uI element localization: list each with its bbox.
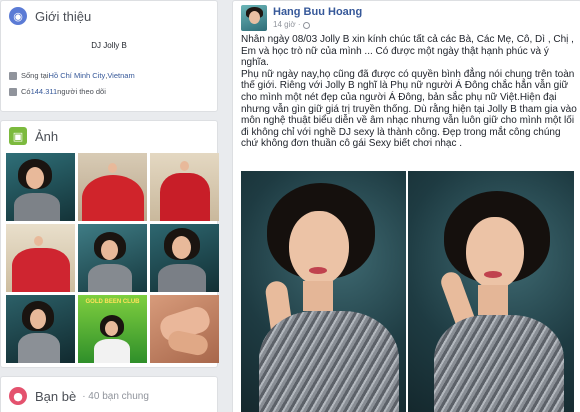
globe-icon [303,21,311,29]
friends-header[interactable]: ● Bạn bè · 40 bạn chung [1,377,217,412]
post-author-link[interactable]: Hang Buu Hoang [273,5,362,19]
intro-lives: Sống tại Hồ Chí Minh City , Vietnam [9,71,135,80]
lives-prefix: Sống tại [21,71,49,80]
photos-header[interactable]: ▣ Ảnh [1,121,217,151]
post-header: Hang Buu Hoang 14 giờ · [241,5,362,31]
post-time[interactable]: 14 giờ · [273,19,362,31]
followers-prefix: Có [21,87,31,96]
home-icon [9,71,17,80]
post-text: Nhân ngày 08/03 Jolly B xin kính chúc tấ… [241,34,579,150]
post-photo[interactable] [241,171,406,412]
friends-card: ● Bạn bè · 40 bạn chung [0,376,218,412]
post-paragraph: Nhân ngày 08/03 Jolly B xin kính chúc tấ… [241,34,574,69]
intro-followers: Có 144.311 người theo dõi [9,87,106,96]
photo-thumb[interactable] [6,295,75,363]
photo-grid: GOLD BEEN CLUB [6,153,219,363]
friends-title: Bạn bè [35,388,77,404]
photo-thumb[interactable] [6,153,75,221]
thumb-caption: GOLD BEEN CLUB [85,299,140,305]
photo-thumb[interactable] [150,153,219,221]
friends-subtitle: · 40 bạn chung [82,390,149,402]
post-photo[interactable] [408,171,574,412]
post-paragraph: Phụ nữ ngày nay,họ cũng đã được có quyền… [241,68,577,150]
photo-thumb[interactable] [150,295,219,363]
globe-icon: ◉ [9,7,27,25]
photo-thumb[interactable] [6,224,75,292]
photos-card: ▣ Ảnh GOLD BEEN CLUB [0,120,219,368]
post-time-text: 14 giờ · [273,20,301,29]
intro-header: ◉ Giới thiệu [1,1,217,31]
photo-thumb[interactable] [78,153,147,221]
followers-suffix: người theo dõi [57,87,106,96]
intro-title: Giới thiệu [35,8,92,24]
friends-icon: ● [9,387,27,405]
followers-count-link[interactable]: 144.311 [31,87,58,96]
photos-title: Ảnh [35,128,59,144]
photo-thumb[interactable]: GOLD BEEN CLUB [78,295,147,363]
intro-card: ◉ Giới thiệu DJ Jolly B Sống tại Hồ Chí … [0,0,218,112]
avatar[interactable] [241,5,267,31]
intro-name: DJ Jolly B [91,41,127,50]
rss-icon [9,87,17,96]
photo-icon: ▣ [9,127,27,145]
post-card: Hang Buu Hoang 14 giờ · Nhân ngày 08/03 … [232,0,580,412]
photo-thumb[interactable] [150,224,219,292]
lives-city-link[interactable]: Hồ Chí Minh City [49,71,106,80]
lives-country-link[interactable]: Vietnam [107,71,134,80]
photo-thumb[interactable] [78,224,147,292]
